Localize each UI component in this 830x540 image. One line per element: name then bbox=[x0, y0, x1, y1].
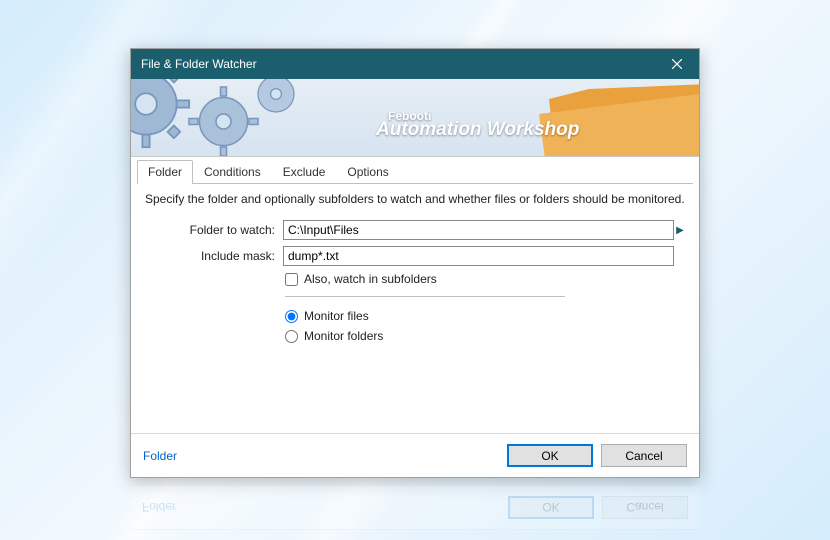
dialog-window: File & Folder Watcher bbox=[130, 48, 700, 478]
separator bbox=[285, 296, 565, 297]
row-monitor-files: Monitor files bbox=[285, 309, 685, 323]
tab-exclude[interactable]: Exclude bbox=[272, 160, 337, 184]
tab-conditions[interactable]: Conditions bbox=[193, 160, 272, 184]
arrow-right-icon: ▶ bbox=[676, 225, 684, 236]
tabstrip: Folder Conditions Exclude Options bbox=[131, 157, 699, 183]
window-title: File & Folder Watcher bbox=[141, 57, 655, 71]
monitor-folders-label: Monitor folders bbox=[304, 329, 383, 343]
monitor-folders-radio[interactable] bbox=[285, 330, 298, 343]
gear-icon bbox=[131, 79, 191, 149]
subfolders-label: Also, watch in subfolders bbox=[304, 272, 437, 286]
row-mask: Include mask: bbox=[145, 246, 685, 266]
titlebar: File & Folder Watcher bbox=[131, 49, 699, 79]
mask-input[interactable] bbox=[283, 246, 674, 266]
help-link[interactable]: Folder bbox=[143, 449, 177, 463]
subfolders-checkbox[interactable] bbox=[285, 273, 298, 286]
browse-button[interactable]: ▶ bbox=[675, 220, 685, 240]
folder-input[interactable] bbox=[283, 220, 674, 240]
close-icon bbox=[672, 59, 682, 69]
close-button[interactable] bbox=[655, 49, 699, 79]
row-subfolders: Also, watch in subfolders bbox=[285, 272, 685, 286]
tab-panel-folder: Specify the folder and optionally subfol… bbox=[137, 183, 693, 433]
banner-text: Febooti Automation Workshop bbox=[376, 109, 579, 141]
panel-description: Specify the folder and optionally subfol… bbox=[145, 192, 685, 206]
reflection: Folder OK Cancel bbox=[130, 480, 700, 530]
footer-bar: Folder OK Cancel bbox=[131, 433, 699, 477]
row-folder: Folder to watch: ▶ bbox=[145, 220, 685, 240]
tab-folder[interactable]: Folder bbox=[137, 160, 193, 184]
tab-options[interactable]: Options bbox=[336, 160, 399, 184]
banner: Febooti Automation Workshop bbox=[131, 79, 699, 157]
ok-button[interactable]: OK bbox=[507, 444, 593, 467]
row-monitor-folders: Monitor folders bbox=[285, 329, 685, 343]
cancel-button[interactable]: Cancel bbox=[601, 444, 687, 467]
monitor-files-label: Monitor files bbox=[304, 309, 369, 323]
mask-label: Include mask: bbox=[145, 249, 283, 263]
product-label: Automation Workshop bbox=[376, 119, 579, 141]
monitor-files-radio[interactable] bbox=[285, 310, 298, 323]
folder-label: Folder to watch: bbox=[145, 223, 283, 237]
